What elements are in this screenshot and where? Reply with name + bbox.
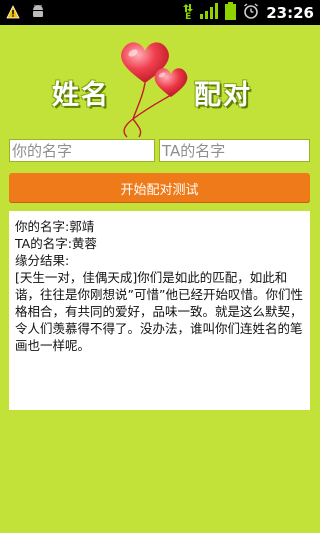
result-header: 缘分结果: (15, 253, 70, 268)
start-match-button[interactable]: 开始配对测试 (9, 173, 310, 203)
notification-warning-icon (6, 4, 20, 23)
clock: 23:26 (266, 3, 314, 22)
status-bar: E 23:26 (0, 0, 320, 25)
signal-icon (200, 3, 219, 23)
result-description: [天生一对，佳偶天成]你们是如此的匹配，如此和谐，往往是你刚想说”可惜”他已经开… (15, 270, 303, 353)
android-debug-icon (30, 3, 46, 23)
battery-icon (225, 2, 237, 24)
result-panel: 你的名字:郭靖 TA的名字:黄蓉 缘分结果: [天生一对，佳偶天成]你们是如此的… (9, 211, 310, 410)
alarm-icon (243, 3, 259, 23)
your-name-input[interactable] (9, 139, 155, 162)
result-ta-name: TA的名字:黄蓉 (15, 236, 97, 251)
hearts-balloon-icon (115, 39, 195, 143)
data-arrows-icon: E (183, 4, 194, 22)
app-logo: 姓名 配对 (0, 25, 320, 140)
result-your-name: 你的名字:郭靖 (15, 219, 95, 234)
ta-name-input[interactable] (159, 139, 310, 162)
network-type-label: E (185, 12, 192, 22)
logo-title-right: 配对 (194, 80, 252, 111)
logo-title-left: 姓名 (52, 80, 110, 111)
